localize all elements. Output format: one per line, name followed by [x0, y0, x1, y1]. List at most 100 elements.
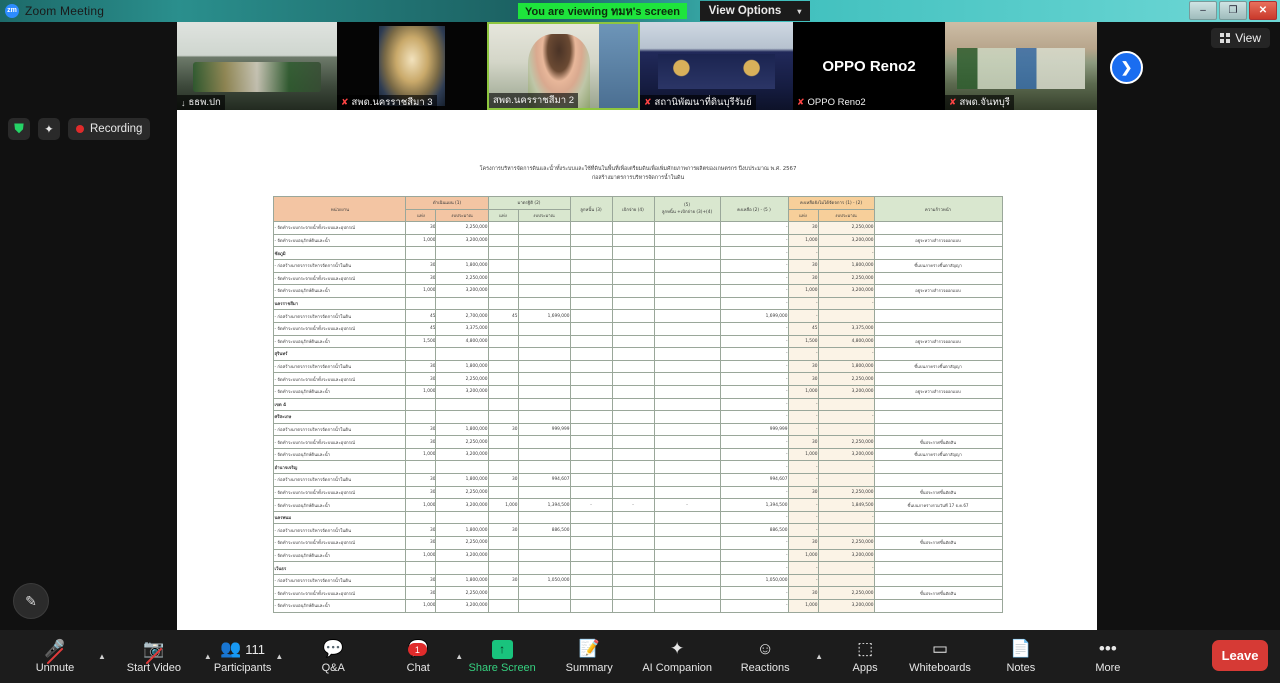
- cell-debtor: [569, 510, 613, 525]
- cell-note: [873, 372, 1003, 386]
- notes-icon: 📄: [1010, 639, 1032, 658]
- view-layout-button[interactable]: View: [1211, 28, 1270, 48]
- table-row[interactable]: อำนาจเจริญ - - -: [273, 460, 1003, 475]
- encryption-shield-button[interactable]: ⛊: [8, 118, 30, 140]
- table-row[interactable]: - ก่อสร้างมาตรการบริหารจัดการน้ำในดิน 45 2…: [273, 309, 1003, 323]
- toolbar-chat-button[interactable]: 💬1 Chat ▲: [383, 630, 464, 683]
- participant-thumbnail[interactable]: ↓ ธธพ.ปก: [177, 22, 337, 110]
- table-row[interactable]: เขต 4 --: [273, 397, 1003, 412]
- table-row[interactable]: นครพนม - - -: [273, 510, 1003, 525]
- annotate-button[interactable]: ✎: [13, 583, 49, 619]
- cell-sum: [653, 284, 721, 298]
- table-row[interactable]: - จัดทำระบบกระจายน้ำทั้งระบบและอุปกรณ์ 30…: [273, 221, 1003, 235]
- toolbar-whiteboards-button[interactable]: ▭ Whiteboards: [907, 630, 973, 683]
- cell-r-units: 1,000: [787, 599, 819, 613]
- toolbar-share-screen-button[interactable]: ↑ Share Screen: [463, 630, 541, 683]
- cell-r-units: 30: [787, 258, 819, 273]
- budget-table: หน่วยงาน ดำเนินแผน (1) มาตรฐิติ (2) ลูกห…: [273, 195, 1003, 613]
- table-row[interactable]: - จัดทำระบบอนุรักษ์ดินและน้ำ 1,000 3,200,0…: [273, 447, 1003, 462]
- maximize-button[interactable]: ❐: [1219, 1, 1247, 20]
- table-row[interactable]: - จัดทำระบบกระจายน้ำทั้งระบบและอุปกรณ์ 30…: [273, 372, 1003, 386]
- cell-disbursed: [611, 548, 655, 563]
- cell-a-units: 45: [487, 309, 519, 323]
- recording-label: Recording: [90, 123, 143, 135]
- table-row[interactable]: - จัดทำระบบอนุรักษ์ดินและน้ำ 1,000 3,200,0…: [273, 284, 1003, 298]
- participant-thumbnail[interactable]: ✘ สพด.จันทบุรี: [945, 22, 1097, 110]
- toolbar-reactions-button[interactable]: ☺ Reactions ▲: [717, 630, 823, 683]
- cell-note: [873, 221, 1003, 235]
- cell-remain: -: [719, 221, 789, 235]
- table-row[interactable]: ศรีสะเกษ - - -: [273, 410, 1003, 424]
- toolbar-summary-button[interactable]: 📝 Summary: [541, 630, 637, 683]
- cell-r-units: -: [787, 422, 819, 437]
- toolbar-apps-button[interactable]: ⬚ Apps: [823, 630, 907, 683]
- cell-sum: [653, 510, 721, 525]
- cell-org: - จัดทำระบบอนุรักษ์ดินและน้ำ: [273, 548, 407, 563]
- participant-thumbnail-active-speaker[interactable]: สพด.นครราชสีมา 2: [487, 22, 640, 110]
- cell-remain: -: [719, 246, 789, 260]
- cell-note: [873, 309, 1003, 323]
- chevron-up-icon[interactable]: ▲: [204, 652, 212, 661]
- cell-p-budget: 3,200,000: [435, 284, 489, 298]
- toolbar-start-video-button[interactable]: 📷 Start Video ▲: [106, 630, 212, 683]
- table-row[interactable]: - ก่อสร้างมาตรการบริหารจัดการน้ำในดิน 30 1…: [273, 473, 1003, 487]
- view-options-button[interactable]: View Options ▾: [700, 1, 810, 21]
- table-row[interactable]: - จัดทำระบบอนุรักษ์ดินและน้ำ 1,000 3,200,0…: [273, 498, 1003, 512]
- table-row[interactable]: เว้นธร - - -: [273, 561, 1003, 575]
- table-row[interactable]: - จัดทำระบบอนุรักษ์ดินและน้ำ 1,000 3,200,0…: [273, 548, 1003, 563]
- chevron-up-icon[interactable]: ▲: [275, 652, 283, 661]
- table-row[interactable]: - จัดทำระบบกระจายน้ำทั้งระบบและอุปกรณ์ 30…: [273, 485, 1003, 500]
- screen-share-banner: You are viewing ทมห's screen: [518, 3, 687, 19]
- table-row[interactable]: - จัดทำระบบอนุรักษ์ดินและน้ำ 1,500 4,800,0…: [273, 334, 1003, 349]
- table-row[interactable]: สุรินทร์ - - -: [273, 347, 1003, 361]
- table-row[interactable]: - ก่อสร้างมาตรการบริหารจัดการน้ำในดิน 30 1…: [273, 359, 1003, 374]
- participant-thumbnail[interactable]: ✘ สพด.นครราชสีมา 3: [337, 22, 487, 110]
- table-row[interactable]: - ก่อสร้างมาตรการบริหารจัดการน้ำในดิน 30 1…: [273, 523, 1003, 538]
- toolbar-notes-button[interactable]: 📄 Notes: [973, 630, 1069, 683]
- table-row[interactable]: - จัดทำระบบอนุรักษ์ดินและน้ำ 1,000 3,200,0…: [273, 384, 1003, 399]
- next-page-button[interactable]: ❯: [1110, 51, 1143, 84]
- table-row[interactable]: - จัดทำระบบกระจายน้ำทั้งระบบและอุปกรณ์ 30…: [273, 271, 1003, 286]
- document-title-line-1: โครงการบริหารจัดการดินและน้ำทั้งระบบและใ…: [479, 166, 797, 172]
- recording-indicator[interactable]: Recording: [68, 118, 151, 140]
- cell-a-units: [487, 586, 519, 600]
- table-row[interactable]: - จัดทำระบบอนุรักษ์ดินและน้ำ 1,000 3,200,0…: [273, 599, 1003, 613]
- table-row[interactable]: นครราชสีมา - - -: [273, 296, 1003, 311]
- cell-org: - จัดทำระบบกระจายน้ำทั้งระบบและอุปกรณ์: [273, 321, 407, 336]
- table-row[interactable]: - จัดทำระบบอนุรักษ์ดินและน้ำ 1,000 3,200,0…: [273, 233, 1003, 248]
- minimize-button[interactable]: –: [1189, 1, 1217, 20]
- toolbar-q-a-button[interactable]: 💬 Q&A: [283, 630, 383, 683]
- leave-button[interactable]: Leave: [1212, 640, 1268, 671]
- cell-remain: -: [719, 447, 789, 462]
- participant-thumbnail[interactable]: ✘ สถานิพัฒนาที่ดินบุรีรัมย์: [640, 22, 793, 110]
- table-row[interactable]: - จัดทำระบบกระจายน้ำทั้งระบบและอุปกรณ์ 30…: [273, 435, 1003, 449]
- cell-a-budget: [517, 233, 571, 248]
- chevron-up-icon[interactable]: ▲: [815, 652, 823, 661]
- toolbar-participants-button[interactable]: 👥 111 Participants ▲: [212, 630, 283, 683]
- toolbar-more-button[interactable]: ••• More: [1069, 630, 1147, 683]
- toolbar-ai-companion-button[interactable]: ✦ AI Companion: [637, 630, 717, 683]
- table-row[interactable]: - ก่อสร้างมาตรการบริหารจัดการน้ำในดิน 30 1…: [273, 573, 1003, 588]
- cell-r-units: -: [787, 246, 819, 260]
- toolbar-unmute-button[interactable]: 🎤 Unmute ▲: [14, 630, 106, 683]
- shared-screen-area[interactable]: โครงการบริหารจัดการดินและน้ำทั้งระบบและใ…: [177, 110, 1097, 632]
- table-row[interactable]: ชัยภูมิ - - -: [273, 246, 1003, 260]
- cell-r-units: -: [787, 523, 819, 538]
- cell-r-budget: 2,250,000: [817, 435, 875, 449]
- ai-companion-indicator[interactable]: ✦: [38, 118, 60, 140]
- cell-disbursed: -: [611, 498, 655, 512]
- cell-debtor: [569, 435, 613, 449]
- table-row[interactable]: - ก่อสร้างมาตรการบริหารจัดการน้ำในดิน 30 1…: [273, 422, 1003, 437]
- cell-p-budget: 3,200,000: [435, 233, 489, 248]
- table-row[interactable]: - จัดทำระบบกระจายน้ำทั้งระบบและอุปกรณ์ 30…: [273, 536, 1003, 550]
- table-row[interactable]: - ก่อสร้างมาตรการบริหารจัดการน้ำในดิน 30 1…: [273, 258, 1003, 273]
- chevron-up-icon[interactable]: ▲: [455, 652, 463, 661]
- cell-r-units: 30: [787, 271, 819, 286]
- spreadsheet-document: โครงการบริหารจัดการดินและน้ำทั้งระบบและใ…: [273, 113, 1003, 629]
- close-button[interactable]: ✕: [1249, 1, 1277, 20]
- table-row[interactable]: - จัดทำระบบกระจายน้ำทั้งระบบและอุปกรณ์ 30…: [273, 586, 1003, 600]
- chevron-up-icon[interactable]: ▲: [98, 652, 106, 661]
- cell-disbursed: [611, 536, 655, 550]
- table-row[interactable]: - จัดทำระบบกระจายน้ำทั้งระบบและอุปกรณ์ 45…: [273, 321, 1003, 336]
- participant-thumbnail[interactable]: OPPO Reno2 ✘ OPPO Reno2: [793, 22, 945, 110]
